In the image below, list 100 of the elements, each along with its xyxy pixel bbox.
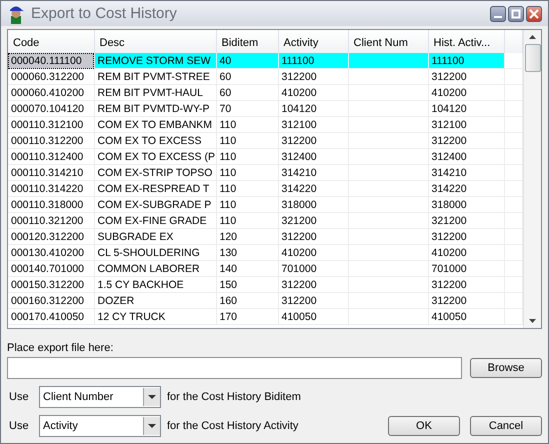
table-cell: 312200 bbox=[428, 132, 504, 148]
table-cell: 410050 bbox=[428, 308, 504, 324]
caret-icon bbox=[147, 394, 157, 400]
table-cell: 314220 bbox=[428, 180, 504, 196]
maximize-icon bbox=[511, 8, 521, 18]
table-cell: 110 bbox=[216, 196, 278, 212]
dropdown[interactable]: Client Number bbox=[39, 386, 161, 408]
table-cell: 110 bbox=[216, 116, 278, 132]
dropdown[interactable]: Activity bbox=[39, 415, 161, 437]
table-cell: 312200 bbox=[428, 228, 504, 244]
column-header[interactable]: Code bbox=[8, 30, 94, 53]
table-cell: 314210 bbox=[278, 164, 348, 180]
table-cell: 60 bbox=[216, 84, 278, 100]
table-cell: CL 5-SHOULDERING bbox=[94, 244, 216, 260]
table-cell: 312400 bbox=[278, 148, 348, 164]
field-label: Place export file here: bbox=[7, 342, 114, 354]
column-header[interactable]: Biditem bbox=[216, 30, 278, 53]
table-cell: 410200 bbox=[278, 244, 348, 260]
table-cell: 111100 bbox=[278, 53, 348, 68]
minimize-icon bbox=[494, 16, 502, 18]
table-cell: 000110.321200 bbox=[8, 212, 94, 228]
table-cell: COM EX TO EXCESS bbox=[94, 132, 216, 148]
table-cell: 312200 bbox=[428, 276, 504, 292]
cancel-button[interactable]: Cancel bbox=[470, 416, 542, 436]
table-cell: 312200 bbox=[428, 292, 504, 308]
table-cell: 110 bbox=[216, 164, 278, 180]
column-header[interactable]: Client Num bbox=[348, 30, 428, 53]
vertical-scrollbar[interactable] bbox=[523, 30, 541, 328]
table-cell: 104120 bbox=[278, 100, 348, 116]
column-header[interactable]: Activity bbox=[278, 30, 348, 53]
table-cell: 312200 bbox=[278, 132, 348, 148]
table-cell: COM EX-FINE GRADE bbox=[94, 212, 216, 228]
dropdown-caption: for the Cost History Biditem bbox=[167, 391, 301, 403]
table-cell: 111100 bbox=[428, 53, 504, 68]
table-cell: REM BIT PVMTD-WY-P bbox=[94, 100, 216, 116]
table-cell: 312200 bbox=[278, 228, 348, 244]
table-cell: 110 bbox=[216, 132, 278, 148]
table-cell: 000130.410200 bbox=[8, 244, 94, 260]
table-cell: 321200 bbox=[428, 212, 504, 228]
use-label: Use bbox=[8, 420, 30, 432]
table-cell: 312200 bbox=[278, 68, 348, 84]
table-cell: COM EX TO EXCESS (P bbox=[94, 148, 216, 164]
table-cell: 000150.312200 bbox=[8, 276, 94, 292]
maximize-button[interactable] bbox=[508, 6, 524, 22]
table-cell: 000040.111100 bbox=[8, 53, 94, 68]
table-cell: 150 bbox=[216, 276, 278, 292]
scroll-thumb[interactable] bbox=[524, 44, 540, 72]
window-title: Export to Cost History bbox=[31, 5, 177, 22]
table-cell: 110 bbox=[216, 180, 278, 196]
table-cell: 000060.312200 bbox=[8, 68, 94, 84]
column-header[interactable]: Hist. Activ... bbox=[428, 30, 504, 53]
table-cell: REMOVE STORM SEW bbox=[94, 53, 216, 68]
table-cell: REM BIT PVMT-STREE bbox=[94, 68, 216, 84]
table-cell: 000110.312100 bbox=[8, 116, 94, 132]
table-cell: 170 bbox=[216, 308, 278, 324]
close-button[interactable] bbox=[526, 6, 542, 22]
browse-button[interactable]: Browse bbox=[470, 358, 542, 378]
table-cell: 1.5 CY BACKHOE bbox=[94, 276, 216, 292]
caret-icon bbox=[147, 423, 157, 429]
use-label: Use bbox=[8, 391, 30, 403]
table-cell: COM EX-STRIP TOPSO bbox=[94, 164, 216, 180]
table-cell: COM EX-RESPREAD T bbox=[94, 180, 216, 196]
table-cell: 701000 bbox=[278, 260, 348, 276]
table-cell: 318000 bbox=[428, 196, 504, 212]
table-cell: 40 bbox=[216, 53, 278, 68]
minimize-button[interactable] bbox=[490, 6, 506, 22]
table-cell: 410200 bbox=[428, 244, 504, 260]
table-cell: 160 bbox=[216, 292, 278, 308]
table-cell: 312200 bbox=[278, 292, 348, 308]
column-header[interactable]: Desc bbox=[94, 30, 216, 53]
dropdown-caption: for the Cost History Activity bbox=[167, 420, 298, 432]
table-cell: COM EX TO EMBANKM bbox=[94, 116, 216, 132]
table-cell: 701000 bbox=[428, 260, 504, 276]
table-cell: 314220 bbox=[278, 180, 348, 196]
table-cell: 312100 bbox=[278, 116, 348, 132]
table-cell: 312400 bbox=[428, 148, 504, 164]
table-cell: 312200 bbox=[428, 68, 504, 84]
table-cell: 000110.312400 bbox=[8, 148, 94, 164]
person-icon bbox=[7, 4, 25, 24]
table-cell: 000120.312200 bbox=[8, 228, 94, 244]
table-cell: 312100 bbox=[428, 116, 504, 132]
table-cell: 410200 bbox=[278, 84, 348, 100]
table-cell: 000170.410050 bbox=[8, 308, 94, 324]
table-cell: 000060.410200 bbox=[8, 84, 94, 100]
table-cell: 410050 bbox=[278, 308, 348, 324]
table-cell: COM EX-SUBGRADE P bbox=[94, 196, 216, 212]
table-cell: 70 bbox=[216, 100, 278, 116]
table-cell: 321200 bbox=[278, 212, 348, 228]
table-cell: 000110.314210 bbox=[8, 164, 94, 180]
table-cell: 410200 bbox=[428, 84, 504, 100]
file-path-field[interactable] bbox=[7, 357, 462, 379]
table-cell: 140 bbox=[216, 260, 278, 276]
table-cell: DOZER bbox=[94, 292, 216, 308]
table-cell: 130 bbox=[216, 244, 278, 260]
table-cell: 000160.312200 bbox=[8, 292, 94, 308]
table-cell: 000140.701000 bbox=[8, 260, 94, 276]
table-cell: 000070.104120 bbox=[8, 100, 94, 116]
table-cell: 12 CY TRUCK bbox=[94, 308, 216, 324]
ok-button[interactable]: OK bbox=[388, 416, 460, 436]
close-icon bbox=[529, 8, 539, 18]
